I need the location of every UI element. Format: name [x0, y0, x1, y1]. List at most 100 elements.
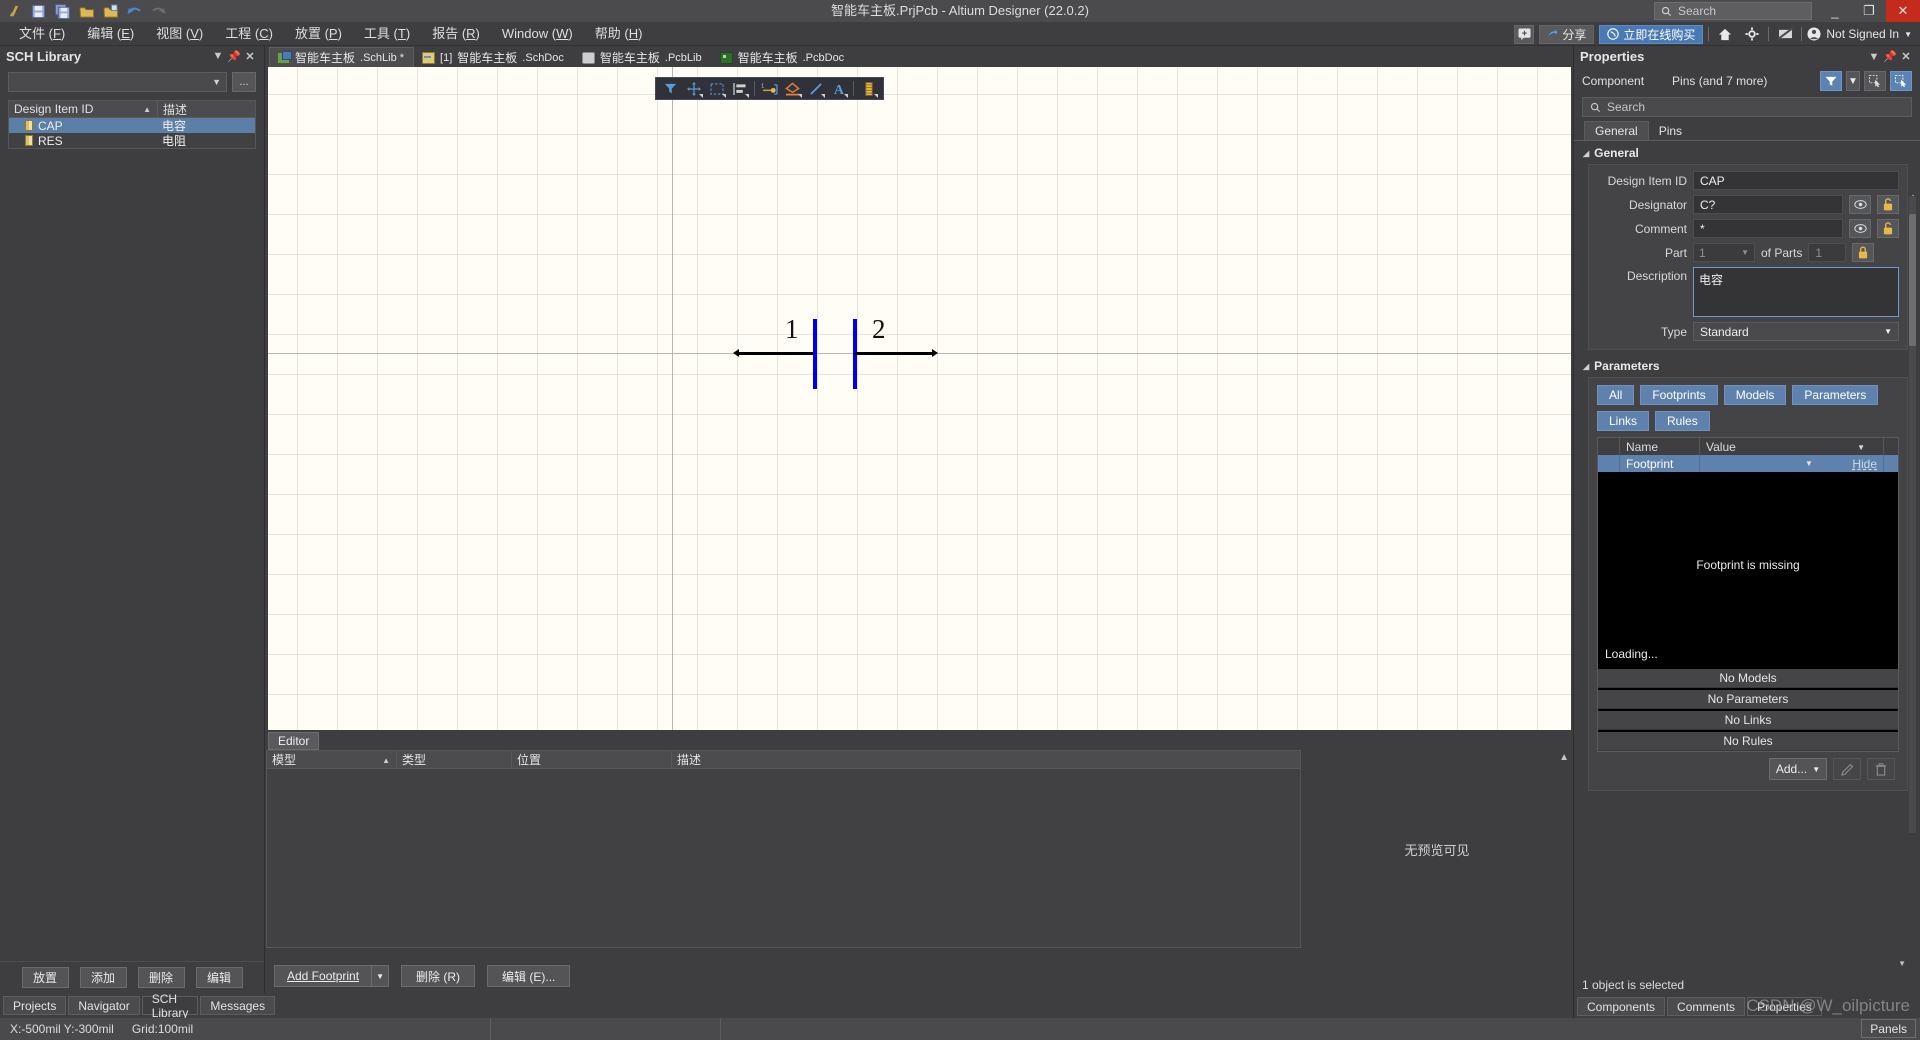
menu-item-file[interactable]: 文件 (F)	[8, 22, 76, 46]
type-select[interactable]: Standard ▼	[1693, 322, 1899, 341]
redo-icon[interactable]	[150, 3, 167, 20]
column-header-model[interactable]: 模型 ▲	[267, 750, 397, 769]
filter-icon[interactable]	[1820, 71, 1842, 91]
column-header-name[interactable]: Name	[1620, 438, 1700, 455]
menu-item-window[interactable]: Window (W)	[491, 22, 584, 46]
tab-projects[interactable]: Projects	[3, 996, 67, 1015]
account-menu[interactable]: Not Signed In ▼	[1807, 27, 1916, 41]
altium-logo-icon[interactable]	[6, 3, 23, 20]
doc-tab-schdoc[interactable]: [1] 智能车主板 .SchDoc	[414, 47, 574, 67]
edit-model-button[interactable]: 编辑 (E)...	[487, 965, 571, 987]
parameters-section-header[interactable]: ◢ Parameters	[1574, 354, 1920, 377]
column-header-value[interactable]: Value ▼	[1700, 438, 1884, 455]
scroll-down-icon[interactable]: ▼	[1898, 959, 1906, 968]
global-search-input[interactable]: Search	[1654, 2, 1812, 20]
tab-editor[interactable]: Editor	[268, 732, 320, 750]
open-project-icon[interactable]	[102, 3, 119, 20]
close-button[interactable]: ✕	[1886, 0, 1920, 22]
footprint-preview-canvas[interactable]: Footprint is missing Loading...	[1598, 472, 1898, 667]
list-item[interactable]: RES 电阻	[9, 133, 255, 148]
chip-all[interactable]: All	[1597, 385, 1635, 405]
menu-item-edit[interactable]: 编辑 (E)	[76, 22, 145, 46]
hide-link[interactable]: Hide	[1852, 457, 1877, 471]
panels-button[interactable]: Panels	[1861, 1019, 1916, 1038]
panel-menu-icon[interactable]: ▼	[1866, 51, 1882, 63]
edit-button[interactable]: 编辑	[195, 967, 243, 988]
column-header-description[interactable]: 描述	[672, 751, 1300, 769]
row-checkbox[interactable]	[1598, 455, 1620, 472]
table-row[interactable]: Footprint ▼ Hide	[1598, 455, 1898, 472]
chip-footprints[interactable]: Footprints	[1640, 385, 1718, 405]
place-line-icon[interactable]	[805, 79, 826, 98]
library-browse-button[interactable]: ...	[232, 72, 256, 92]
place-button[interactable]: 放置	[21, 967, 69, 988]
align-icon[interactable]	[729, 79, 750, 98]
list-item[interactable]: CAP 电容	[9, 118, 255, 133]
eye-icon[interactable]	[1849, 219, 1871, 238]
chip-models[interactable]: Models	[1723, 385, 1787, 405]
description-textarea[interactable]: 电容	[1693, 267, 1899, 317]
place-pin-icon[interactable]: 1	[759, 79, 780, 98]
column-header-type[interactable]: 类型	[397, 750, 512, 769]
schematic-canvas[interactable]: 1 2	[268, 67, 1571, 730]
menu-item-view[interactable]: 视图 (V)	[145, 22, 214, 46]
selection-icon[interactable]	[706, 79, 727, 98]
close-icon[interactable]: ✕	[242, 50, 258, 63]
properties-scrollbar-thumb[interactable]	[1909, 214, 1916, 346]
pin-icon[interactable]: 📌	[226, 50, 242, 63]
tab-comments[interactable]: Comments	[1667, 997, 1746, 1016]
home-icon[interactable]	[1714, 25, 1736, 44]
place-component-icon[interactable]	[858, 79, 879, 98]
eye-icon[interactable]	[1849, 195, 1871, 214]
doc-tab-pcbdoc[interactable]: 智能车主板 .PcbDoc	[712, 47, 855, 67]
tab-general[interactable]: General	[1584, 121, 1649, 140]
lock-icon[interactable]	[1852, 243, 1875, 262]
tab-components[interactable]: Components	[1577, 997, 1666, 1016]
column-header-description[interactable]: 描述	[157, 100, 255, 118]
share-button[interactable]: 分享	[1539, 24, 1595, 44]
column-header-location[interactable]: 位置	[512, 750, 672, 769]
restore-button[interactable]: ❐	[1852, 0, 1886, 22]
properties-search-input[interactable]: Search	[1582, 97, 1912, 117]
delete-model-button[interactable]: 删除 (R)	[401, 965, 476, 987]
comment-input[interactable]: *	[1693, 219, 1843, 238]
tab-navigator[interactable]: Navigator	[68, 996, 140, 1015]
menu-item-project[interactable]: 工程 (C)	[214, 22, 284, 46]
add-footprint-button[interactable]: Add Footprint ▼	[274, 965, 390, 987]
gear-icon[interactable]	[1741, 25, 1763, 44]
save-icon[interactable]	[30, 3, 47, 20]
menu-item-place[interactable]: 放置 (P)	[284, 22, 353, 46]
place-text-icon[interactable]: A	[828, 79, 849, 98]
designator-input[interactable]: C?	[1693, 195, 1843, 214]
status-row-no-parameters[interactable]: No Parameters	[1598, 690, 1898, 709]
save-all-icon[interactable]	[54, 3, 71, 20]
tab-sch-library[interactable]: SCH Library	[141, 992, 199, 1020]
filter-dropdown-icon[interactable]: ▼	[1846, 71, 1860, 91]
tab-pins[interactable]: Pins	[1649, 121, 1692, 140]
status-row-no-links[interactable]: No Links	[1598, 711, 1898, 730]
general-section-header[interactable]: ◢ General	[1574, 141, 1920, 164]
select-similar-icon[interactable]	[1864, 71, 1886, 91]
doc-tab-schlib[interactable]: 智能车主板 .SchLib *	[269, 47, 415, 67]
buy-online-button[interactable]: 立即在线购买	[1599, 24, 1704, 44]
part-select[interactable]: 1 ▼	[1693, 243, 1755, 262]
parameter-value-cell[interactable]: ▼ Hide	[1700, 455, 1884, 472]
menu-item-help[interactable]: 帮助 (H)	[584, 22, 654, 46]
unlock-icon[interactable]	[1877, 195, 1899, 214]
add-parameter-button[interactable]: Add... ▼	[1769, 758, 1827, 780]
select-all-icon[interactable]	[1890, 71, 1912, 91]
add-button[interactable]: 添加	[79, 967, 127, 988]
tab-messages[interactable]: Messages	[200, 996, 276, 1015]
chevron-down-icon[interactable]: ▼	[371, 966, 388, 986]
tab-properties[interactable]: Properties	[1747, 997, 1822, 1016]
trash-icon[interactable]	[1867, 758, 1895, 780]
status-row-no-rules[interactable]: No Rules	[1598, 732, 1898, 751]
open-file-icon[interactable]	[78, 3, 95, 20]
status-row-no-models[interactable]: No Models	[1598, 669, 1898, 688]
undo-icon[interactable]	[126, 3, 143, 20]
pencil-icon[interactable]	[1833, 758, 1861, 780]
models-table-body[interactable]	[267, 769, 1300, 947]
unlock-icon[interactable]	[1877, 219, 1899, 238]
menu-item-tools[interactable]: 工具 (T)	[353, 22, 421, 46]
capacitor-symbol[interactable]: 1 2	[733, 309, 938, 389]
